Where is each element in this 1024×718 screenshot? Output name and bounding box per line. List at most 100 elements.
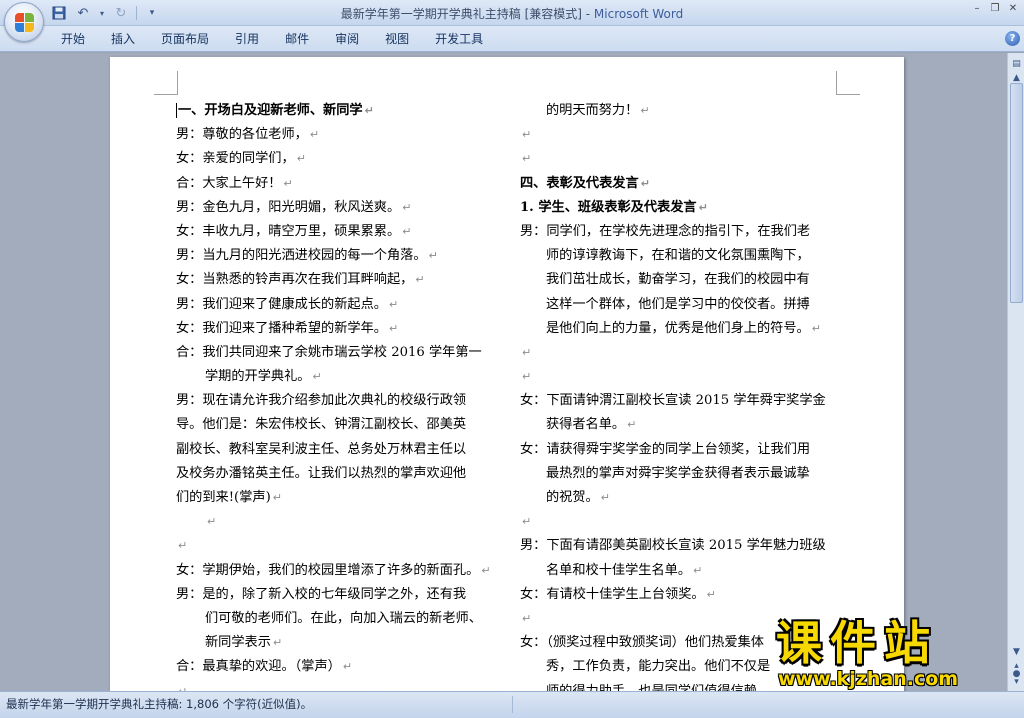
paragraph-mark-icon: ↵ bbox=[522, 611, 532, 625]
window-title-document: 最新学年第一学期开学典礼主持稿 [兼容模式] - bbox=[340, 7, 594, 21]
paragraph-line[interactable]: 我们茁壮成长，勤奋学习，在我们的校园中有 bbox=[520, 268, 850, 292]
paragraph-line[interactable]: 女：学期伊始，我们的校园里增添了许多的新面孔。 ↵ bbox=[176, 559, 506, 583]
paragraph-line[interactable]: 四、表彰及代表发言 ↵ bbox=[520, 172, 850, 196]
paragraph-mark-icon: ↵ bbox=[522, 370, 532, 384]
office-button[interactable] bbox=[4, 2, 44, 42]
paragraph-line[interactable]: 女：我们迎来了播种希望的新学年。 ↵ bbox=[176, 317, 506, 341]
paragraph-line[interactable]: 男：当九月的阳光洒进校园的每一个角落。 ↵ bbox=[176, 244, 506, 268]
ribbon-tabs: 开始 插入 页面布局 引用 邮件 审阅 视图 开发工具 bbox=[48, 26, 496, 52]
paragraph-line[interactable]: 女：请获得舜宇奖学金的同学上台领奖，让我们用 bbox=[520, 438, 850, 462]
paragraph-line[interactable]: 这样一个群体，他们是学习中的佼佼者。拼搏 bbox=[520, 293, 850, 317]
paragraph-mark-icon: ↵ bbox=[640, 176, 650, 190]
left-text-column[interactable]: 一、开场白及迎新老师、新同学 ↵ 男：尊敬的各位老师， ↵ 女：亲爱的同学们， ↵ 合：大家… bbox=[176, 99, 506, 691]
window-controls: – ❐ ✕ bbox=[970, 2, 1020, 16]
paragraph-mark-icon: ↵ bbox=[389, 297, 399, 311]
right-text-column[interactable]: 的明天而努力！ ↵ ↵ ↵ 四、表彰及代表发言 ↵ 1. 学生、班级表彰及代表发言 ↵ 男：同学… bbox=[520, 99, 850, 691]
status-divider bbox=[512, 696, 513, 713]
paragraph-line[interactable]: 一、开场白及迎新老师、新同学 ↵ bbox=[176, 99, 506, 123]
close-icon[interactable]: ✕ bbox=[1006, 2, 1020, 16]
paragraph-line[interactable]: 1. 学生、班级表彰及代表发言 ↵ bbox=[520, 196, 850, 220]
text-cursor bbox=[176, 103, 177, 118]
tab-6[interactable]: 视图 bbox=[372, 26, 422, 52]
vertical-scrollbar[interactable]: ▤ ▲ ▼ ▴ ● ▾ bbox=[1007, 53, 1024, 691]
tab-4[interactable]: 邮件 bbox=[272, 26, 322, 52]
paragraph-line[interactable]: 男：尊敬的各位老师， ↵ bbox=[176, 123, 506, 147]
word-count-status[interactable]: 最新学年第一学期开学典礼主持稿: 1,806 个字符(近似值)。 bbox=[6, 697, 312, 711]
paragraph-mark-icon: ↵ bbox=[402, 200, 412, 214]
paragraph-line[interactable]: ↵ bbox=[176, 510, 506, 534]
help-icon[interactable]: ? bbox=[1005, 31, 1020, 46]
paragraph-mark-icon: ↵ bbox=[428, 249, 438, 263]
paragraph-mark-icon: ↵ bbox=[309, 128, 320, 142]
paragraph-line[interactable]: ↵ bbox=[520, 123, 850, 147]
tab-5[interactable]: 审阅 bbox=[322, 26, 372, 52]
paragraph-line[interactable]: 男：现在请允许我介绍参加此次典礼的校级行政领 bbox=[176, 389, 506, 413]
paragraph-line[interactable]: 女：当熟悉的铃声再次在我们耳畔响起， ↵ bbox=[176, 268, 506, 292]
crop-mark-top-right bbox=[836, 71, 860, 95]
scrollbar-thumb[interactable] bbox=[1010, 83, 1023, 303]
paragraph-line[interactable]: 师的谆谆教诲下，在和谐的文化氛围熏陶下， bbox=[520, 244, 850, 268]
tab-0[interactable]: 开始 bbox=[48, 26, 98, 52]
status-bar: 最新学年第一学期开学典礼主持稿: 1,806 个字符(近似值)。 bbox=[0, 691, 1024, 718]
minimize-icon[interactable]: – bbox=[970, 2, 984, 16]
document-workspace: 一、开场白及迎新老师、新同学 ↵ 男：尊敬的各位老师， ↵ 女：亲爱的同学们， ↵ 合：大家… bbox=[0, 53, 1007, 691]
line-text: 新同学表示 bbox=[205, 635, 271, 651]
line-text: 男：当九月的阳光洒进校园的每一个角落。 bbox=[176, 248, 427, 264]
paragraph-line[interactable]: 名单和校十佳学生名单。 ↵ bbox=[520, 559, 850, 583]
paragraph-line[interactable]: 合：我们共同迎来了余姚市瑞云学校 2016 学年第一 bbox=[176, 341, 506, 365]
ribbon: 开始 插入 页面布局 引用 邮件 审阅 视图 开发工具 ? bbox=[0, 26, 1024, 52]
paragraph-line[interactable]: 的祝贺。 ↵ bbox=[520, 486, 850, 510]
tab-7[interactable]: 开发工具 bbox=[422, 26, 496, 52]
paragraph-line[interactable]: 女：亲爱的同学们， ↵ bbox=[176, 147, 506, 171]
office-logo-icon bbox=[15, 13, 34, 32]
paragraph-line[interactable]: 的明天而努力！ ↵ bbox=[520, 99, 850, 123]
paragraph-line[interactable]: ↵ bbox=[176, 680, 506, 692]
paragraph-line[interactable]: 男：我们迎来了健康成长的新起点。 ↵ bbox=[176, 293, 506, 317]
line-text: 这样一个群体，他们是学习中的佼佼者。拼搏 bbox=[546, 296, 810, 312]
paragraph-line[interactable]: 女：下面请钟渭江副校长宣读 2015 学年舜宇奖学金 bbox=[520, 389, 850, 413]
paragraph-mark-icon: ↵ bbox=[522, 345, 532, 359]
paragraph-line[interactable]: 男：是的，除了新入校的七年级同学之外，还有我 bbox=[176, 583, 506, 607]
line-text: 男：我们迎来了健康成长的新起点。 bbox=[176, 296, 387, 312]
paragraph-line[interactable]: 女：丰收九月，晴空万里，硕果累累。 ↵ bbox=[176, 220, 506, 244]
paragraph-line[interactable]: 合：大家上午好！ ↵ bbox=[176, 172, 506, 196]
paragraph-line[interactable]: 副校长、教科室吴利波主任、总务处万林君主任以 bbox=[176, 438, 506, 462]
tab-1[interactable]: 插入 bbox=[98, 26, 148, 52]
paragraph-line[interactable]: 最热烈的掌声对舜宇奖学金获得者表示最诚挚 bbox=[520, 462, 850, 486]
watermark-title: 课件站 bbox=[776, 616, 938, 670]
window-title: 最新学年第一学期开学典礼主持稿 [兼容模式] - Microsoft Word bbox=[0, 5, 1024, 22]
paragraph-line[interactable]: 获得者名单。 ↵ bbox=[520, 413, 850, 437]
paragraph-line[interactable]: 男：下面有请邵美英副校长宣读 2015 学年魅力班级 bbox=[520, 534, 850, 558]
paragraph-line[interactable]: 合：最真挚的欢迎。（掌声） ↵ bbox=[176, 655, 506, 679]
paragraph-mark-icon: ↵ bbox=[415, 273, 425, 287]
tab-3[interactable]: 引用 bbox=[222, 26, 272, 52]
paragraph-line[interactable]: 是他们向上的力量，优秀是他们身上的符号。 ↵ bbox=[520, 317, 850, 341]
paragraph-line[interactable]: ↵ bbox=[176, 534, 506, 558]
line-text: 师的得力助手，也是同学们值得信赖 bbox=[546, 683, 757, 692]
paragraph-line[interactable]: 们可敬的老师们。在此，向加入瑞云的新老师、 bbox=[176, 607, 506, 631]
paragraph-line[interactable]: ↵ bbox=[520, 510, 850, 534]
paragraph-line[interactable]: 女：有请校十佳学生上台领奖。 ↵ bbox=[520, 583, 850, 607]
tab-2[interactable]: 页面布局 bbox=[148, 26, 222, 52]
line-text: 男：金色九月，阳光明媚，秋风送爽。 bbox=[176, 199, 401, 215]
paragraph-line[interactable]: ↵ bbox=[520, 365, 850, 389]
next-page-icon[interactable]: ▾ bbox=[1009, 675, 1024, 690]
paragraph-line[interactable]: 男：金色九月，阳光明媚，秋风送爽。 ↵ bbox=[176, 196, 506, 220]
line-text: 男：是的，除了新入校的七年级同学之外，还有我 bbox=[176, 586, 467, 602]
paragraph-line[interactable]: 导。他们是：朱宏伟校长、钟渭江副校长、邵美英 bbox=[176, 413, 506, 437]
document-page[interactable]: 一、开场白及迎新老师、新同学 ↵ 男：尊敬的各位老师， ↵ 女：亲爱的同学们， ↵ 合：大家… bbox=[110, 57, 904, 691]
line-text: 的祝贺。 bbox=[546, 490, 599, 505]
scroll-down-icon[interactable]: ▼ bbox=[1009, 645, 1024, 660]
ruler-toggle-icon[interactable]: ▤ bbox=[1009, 57, 1024, 72]
paragraph-line[interactable]: 学期的开学典礼。 ↵ bbox=[176, 365, 506, 389]
paragraph-mark-icon: ↵ bbox=[312, 370, 322, 384]
paragraph-line[interactable]: 男：同学们，在学校先进理念的指引下，在我们老 bbox=[520, 220, 850, 244]
restore-icon[interactable]: ❐ bbox=[988, 2, 1002, 16]
watermark-logo: 课件站 www.kjzhan.com bbox=[772, 618, 1004, 692]
window-title-app: Microsoft Word bbox=[593, 7, 684, 21]
paragraph-line[interactable]: 们的到来!(掌声) ↵ bbox=[176, 486, 506, 510]
paragraph-line[interactable]: ↵ bbox=[520, 147, 850, 171]
paragraph-line[interactable]: ↵ bbox=[520, 341, 850, 365]
paragraph-line[interactable]: 及校务办潘铭英主任。让我们以热烈的掌声欢迎他 bbox=[176, 462, 506, 486]
paragraph-line[interactable]: 新同学表示 ↵ bbox=[176, 631, 506, 655]
